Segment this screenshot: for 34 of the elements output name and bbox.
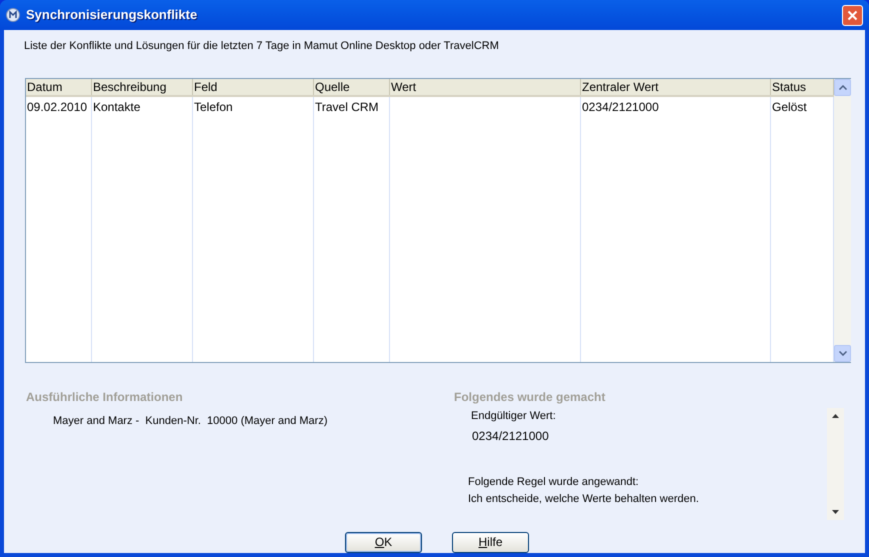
table-cell: Travel CRM bbox=[315, 100, 379, 114]
close-icon bbox=[847, 10, 858, 20]
ok-button[interactable]: OK bbox=[345, 532, 422, 552]
table-cell: Kontakte bbox=[93, 100, 140, 114]
table-cell: 0234/2121000 bbox=[582, 100, 659, 114]
arrow-down-icon bbox=[832, 510, 839, 514]
final-value-label: Endgültiger Wert: bbox=[471, 408, 557, 424]
scrollbar[interactable] bbox=[827, 408, 844, 520]
section-heading: Ausführliche Informationen bbox=[26, 388, 184, 406]
chevron-up-icon bbox=[838, 84, 846, 90]
table-cell: Telefon bbox=[194, 100, 233, 114]
column-header[interactable]: Zentraler Wert bbox=[581, 78, 771, 94]
scroll-down-button[interactable] bbox=[834, 344, 851, 362]
column-header[interactable]: Quelle bbox=[314, 78, 390, 94]
help-button[interactable]: Hilfe bbox=[452, 532, 529, 552]
column-header[interactable]: Beschreibung bbox=[92, 78, 193, 94]
details-text: Mayer and Marz - Kunden-Nr. 10000 (Mayer and Marz) bbox=[53, 414, 329, 428]
description-text: Liste der Konflikte und Lösungen für die letzten 7 Tage in Mamut Online Desktop oder TravelCRM bbox=[24, 39, 500, 54]
column-header[interactable]: Datum bbox=[26, 78, 92, 94]
window-title: Synchronisierungskonflikte bbox=[26, 6, 198, 24]
scrollbar[interactable] bbox=[834, 78, 851, 362]
arrow-up-icon bbox=[832, 414, 839, 418]
chevron-down-icon bbox=[838, 350, 846, 356]
table-cell: 09.02.2010 bbox=[27, 100, 88, 114]
section-heading: Folgendes wurde gemacht bbox=[454, 388, 606, 406]
scroll-up-button[interactable] bbox=[834, 78, 851, 96]
final-value: 0234/2121000 bbox=[472, 428, 550, 445]
app-logo-icon bbox=[6, 8, 20, 22]
rule-text: Ich entscheide, welche Werte behalten werden. bbox=[468, 492, 700, 506]
column-header[interactable]: Wert bbox=[390, 78, 581, 94]
table-cell: Gelöst bbox=[772, 100, 807, 114]
column-header[interactable]: Feld bbox=[193, 78, 314, 94]
rule-label: Folgende Regel wurde angewandt: bbox=[468, 475, 640, 490]
close-button[interactable] bbox=[842, 4, 863, 26]
